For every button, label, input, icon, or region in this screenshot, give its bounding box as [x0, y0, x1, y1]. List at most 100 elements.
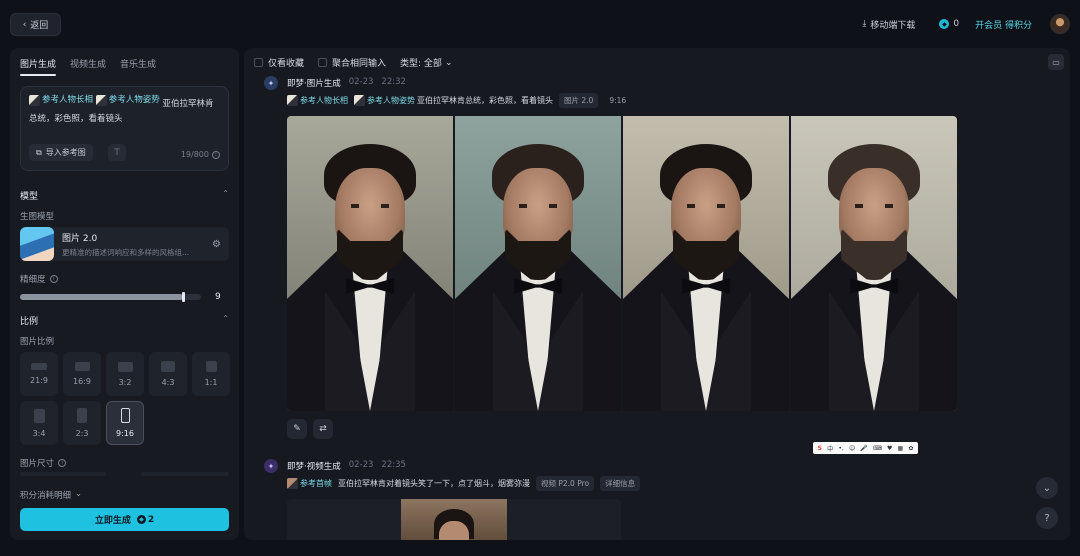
history-panel: 仅看收藏 聚合相同输入 类型: 全部 ⌄ ▭ ✦ 即梦·图片生成 02-23 22… [244, 48, 1070, 540]
ratio-option-21-9[interactable]: 21:9 [20, 352, 58, 396]
gen-model-label: 生图模型 [20, 210, 54, 222]
credit-count: 0 [953, 19, 960, 29]
chevron-down-icon: ⌄ [1042, 482, 1052, 494]
width-field[interactable] [20, 472, 106, 476]
details-button[interactable]: 详细信息 [600, 476, 641, 491]
section-title: 比例 [20, 317, 39, 327]
text-style-button[interactable]: T [108, 144, 126, 161]
size-inputs [20, 472, 229, 478]
ratio-option-3-4[interactable]: 3:4 [20, 401, 58, 445]
info-icon[interactable]: i [49, 275, 58, 283]
label-text: 图片尺寸 [20, 459, 55, 469]
scroll-down-button[interactable]: ⌄ [1036, 477, 1058, 499]
generate-button[interactable]: 立即生成 ◆ 2 [20, 508, 229, 531]
tab-video-generation[interactable]: 视频生成 [70, 57, 106, 76]
section-title: 模型 [20, 192, 39, 202]
ref-chip-appearance[interactable]: 参考人物长相 [29, 93, 93, 108]
help-button[interactable]: ? [1036, 507, 1058, 529]
type-filter-dropdown[interactable]: 类型: 全部 ⌄ [400, 56, 453, 70]
precision-slider[interactable] [20, 292, 201, 302]
ratio-option-4-3[interactable]: 4:3 [149, 352, 187, 396]
chevron-up-icon: ⌃ [222, 189, 229, 198]
model-section-header[interactable]: 模型 ⌃ [20, 189, 229, 202]
ime-grid-icon[interactable]: ▦ [898, 445, 904, 452]
info-icon[interactable]: i [58, 459, 67, 467]
ime-keyboard-icon[interactable]: ⌨ [873, 445, 882, 452]
info-icon[interactable]: i [212, 150, 220, 159]
ime-skin-icon[interactable]: ♥ [887, 445, 892, 452]
credit-icon: ◆ [136, 515, 146, 524]
avatar[interactable] [1050, 14, 1070, 34]
sliders-icon[interactable]: ⚙ [212, 239, 221, 250]
ratio-option-9-16[interactable]: 9:16 [106, 401, 144, 445]
ratio-shape-icon [31, 363, 47, 370]
generated-video[interactable] [287, 499, 621, 540]
portrait-eyes [351, 204, 389, 208]
ime-toolbar[interactable]: S 中 •, ☺ 🎤 ⌨ ♥ ▦ ✿ [813, 442, 918, 454]
mobile-download-link[interactable]: ⤓ 移动端下载 [862, 18, 915, 31]
model-description: 更精准的描述词响应和多样的风格组... [62, 247, 190, 257]
prompt-text[interactable]: 参考人物长相 参考人物姿势 亚伯拉罕林肯总统，彩色照，看着镜头 [29, 93, 220, 127]
checkbox-icon [318, 58, 328, 67]
ratio-option-3-2[interactable]: 3:2 [106, 352, 144, 396]
ref-thumb-icon [354, 95, 365, 106]
credit-balance[interactable]: ◆ 0 [939, 19, 959, 29]
ref-chip-label: 参考首帧 [300, 479, 332, 488]
ref-chip-first-frame[interactable]: 参考首帧 [287, 478, 332, 489]
tab-music-generation[interactable]: 音乐生成 [120, 57, 156, 76]
label-text: 生图模型 [20, 212, 55, 222]
entry-date: 02-23 [348, 460, 374, 470]
import-reference-button[interactable]: ⧉ 导入参考图 [29, 144, 93, 161]
type-filter-label: 类型: 全部 [400, 59, 442, 69]
entry-header: 即梦·图片生成 02-23 22:32 [287, 77, 406, 89]
generated-image[interactable] [287, 116, 453, 411]
ratio-section-header[interactable]: 比例 ⌃ [20, 314, 229, 327]
ref-chip-pose[interactable]: 参考人物姿势 [95, 93, 160, 108]
folder-icon[interactable]: ▭ [1048, 54, 1064, 70]
ime-punctuation-icon[interactable]: •, [838, 445, 843, 452]
favorites-only-checkbox[interactable]: 仅看收藏 [254, 56, 304, 69]
entry-header: 即梦·视频生成 02-23 22:35 [287, 460, 406, 472]
entry-date: 02-23 [348, 77, 374, 87]
back-button[interactable]: ‹ 返回 [10, 13, 61, 36]
regenerate-icon[interactable]: ⇄ [313, 419, 333, 439]
height-field[interactable] [141, 472, 229, 476]
label-text: 精细度 [20, 275, 46, 285]
model-selector[interactable]: 图片 2.0 更精准的描述词响应和多样的风格组... ⚙ [20, 227, 229, 261]
generated-image[interactable] [791, 116, 957, 411]
cost-breakdown-toggle[interactable]: 积分消耗明细 ⌄ [20, 489, 82, 501]
ref-chip-label: 参考人物长相 [300, 96, 348, 105]
ratio-shape-icon [117, 361, 133, 372]
portrait-eyes [519, 204, 557, 208]
generated-image[interactable] [623, 116, 789, 411]
ratio-option-16-9[interactable]: 16:9 [63, 352, 101, 396]
image-import-icon: ⧉ [36, 147, 42, 157]
ref-thumb-icon [29, 95, 40, 106]
ratio-shape-icon [120, 408, 130, 423]
edit-icon[interactable]: ✎ [287, 419, 307, 439]
chevron-down-icon: ⌄ [444, 57, 453, 68]
image-size-label: 图片尺寸 i [20, 457, 67, 469]
ref-chip-pose[interactable]: 参考人物姿势 亚伯拉罕林肯总统，彩色照，看着镜头 [354, 95, 553, 106]
ime-chinese-mode[interactable]: 中 [827, 444, 833, 453]
entry-prompt[interactable]: 参考首帧 亚伯拉罕林肯对着镜头笑了一下，点了烟斗，烟雾弥漫 视频 P2.0 Pr… [287, 476, 641, 491]
entry-prompt[interactable]: 参考人物长相 参考人物姿势 亚伯拉罕林肯总统，彩色照，看着镜头 图片 2.0 9:… [287, 93, 631, 108]
prompt-input[interactable]: 参考人物长相 参考人物姿势 亚伯拉罕林肯总统，彩色照，看着镜头 ⧉ 导入参考图 … [20, 86, 229, 171]
ratio-shape-icon [205, 361, 217, 372]
slider-handle[interactable] [181, 292, 185, 302]
ratio-option-1-1[interactable]: 1:1 [192, 352, 230, 396]
ref-chip-label: 参考人物长相 [42, 95, 94, 105]
ratio-option-2-3[interactable]: 2:3 [63, 401, 101, 445]
merge-inputs-checkbox[interactable]: 聚合相同输入 [318, 56, 386, 69]
portrait-eyes [687, 204, 725, 208]
ref-chip-appearance[interactable]: 参考人物长相 [287, 95, 348, 106]
checkbox-icon [254, 58, 263, 67]
ime-tools-icon[interactable]: ✿ [908, 445, 913, 452]
vip-link[interactable]: 开会员 得积分 [975, 18, 1032, 31]
ime-voice-icon[interactable]: 🎤 [860, 445, 867, 452]
entry-time: 22:35 [381, 460, 406, 470]
ratio-label: 图片比例 [20, 335, 54, 347]
tab-image-generation[interactable]: 图片生成 [20, 57, 57, 76]
generated-image[interactable] [455, 116, 621, 411]
ime-emoji-icon[interactable]: ☺ [849, 445, 855, 452]
